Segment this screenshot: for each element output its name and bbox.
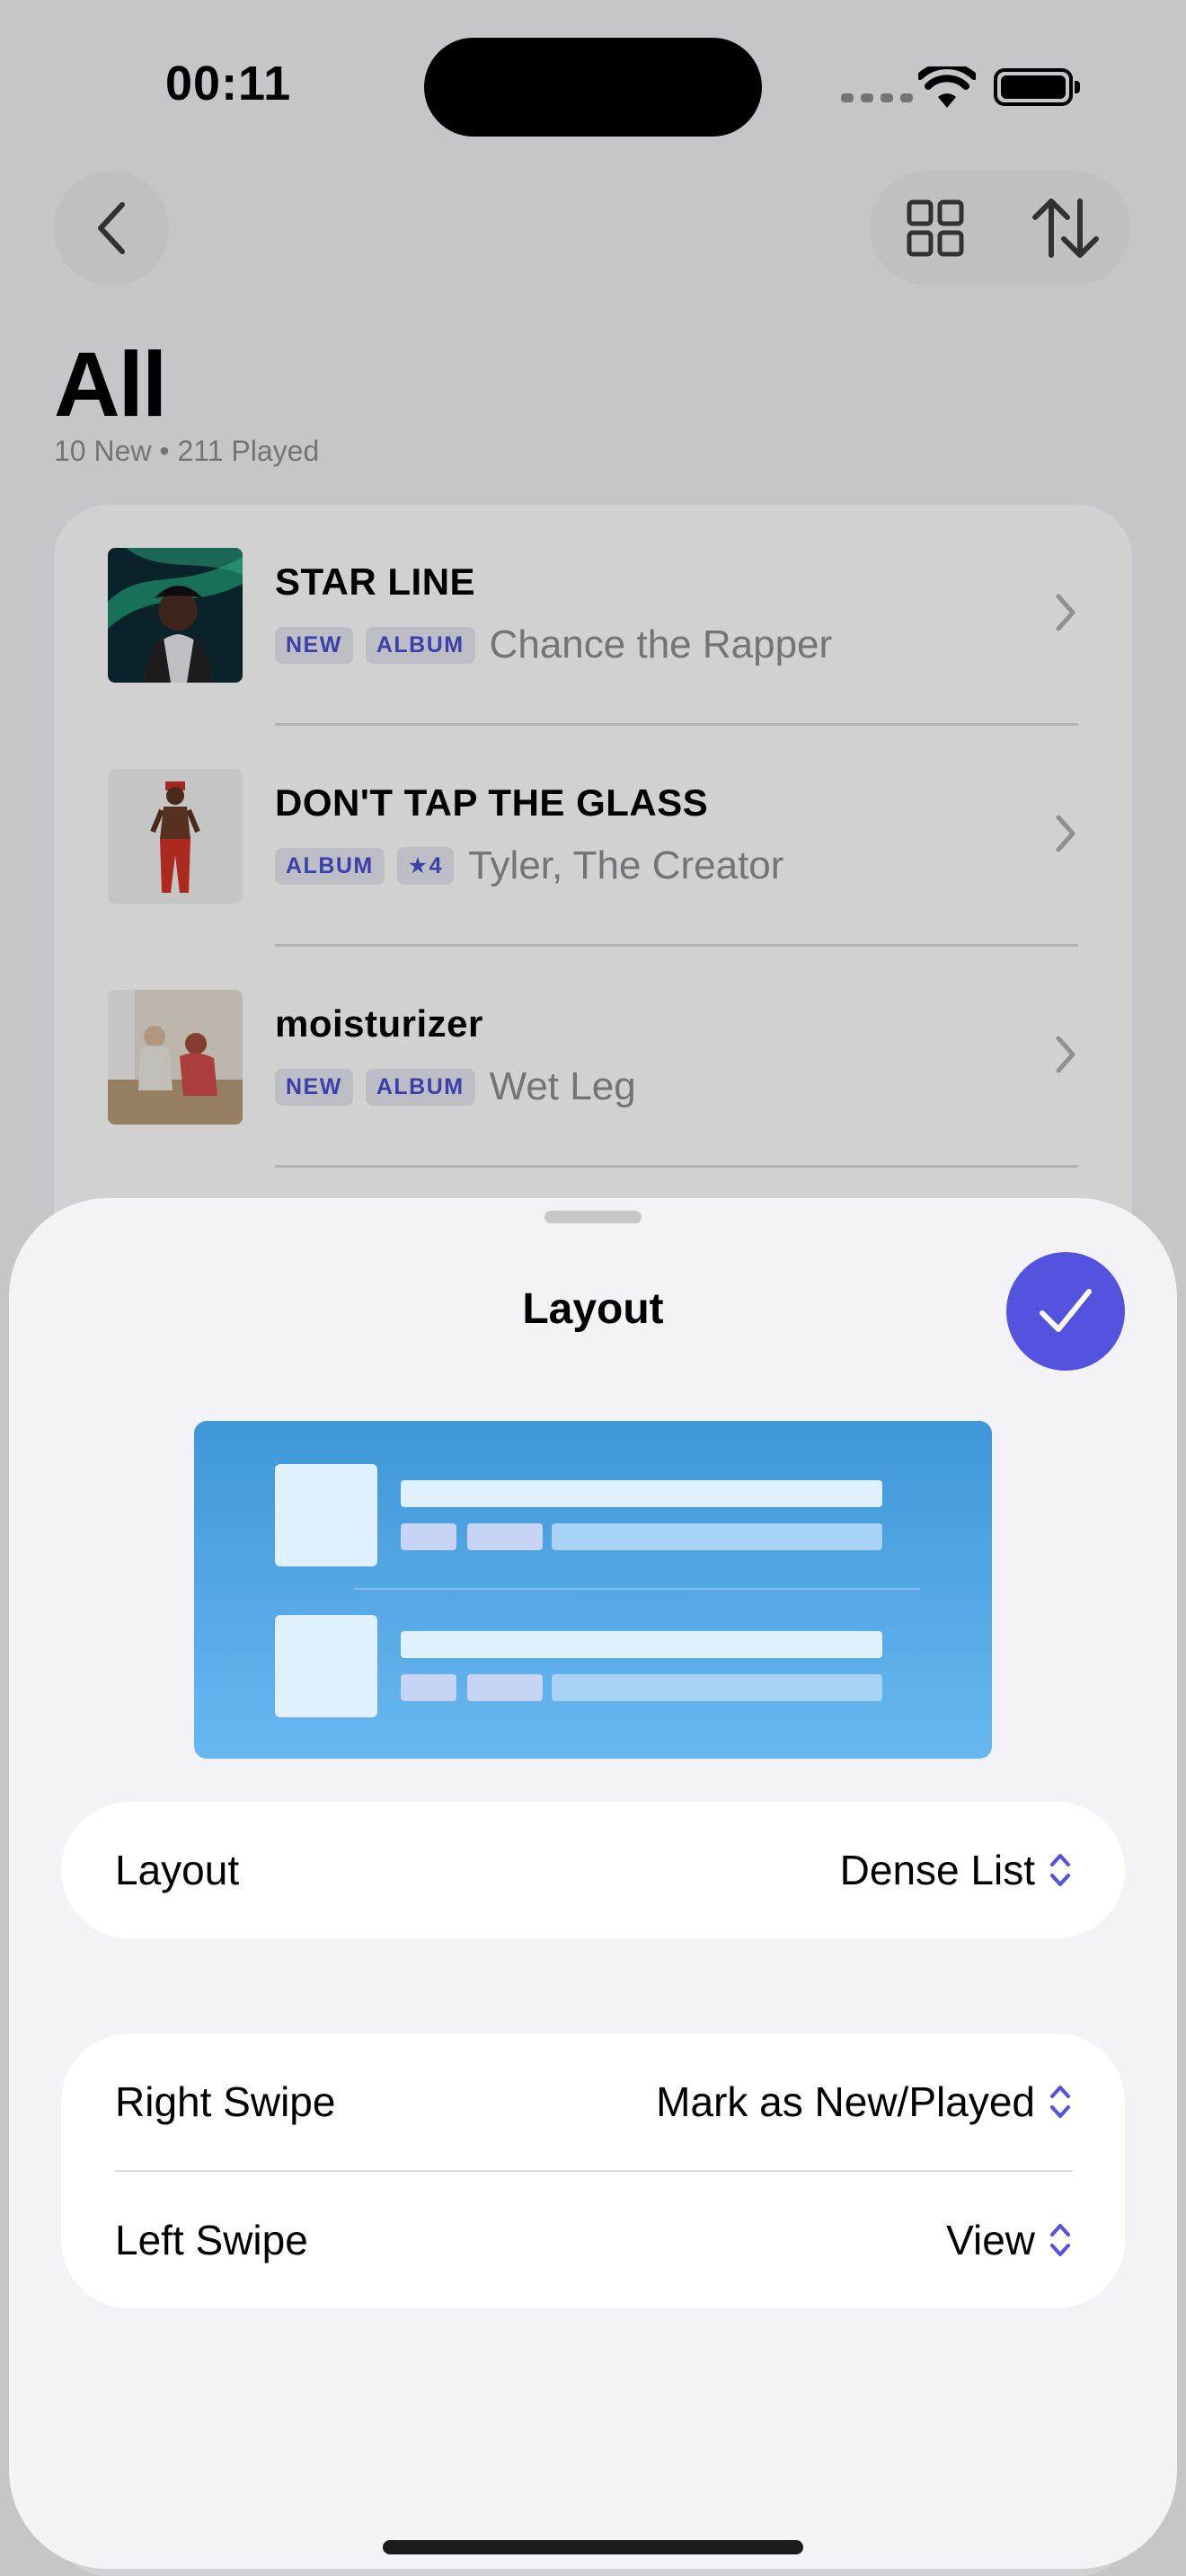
layout-preview — [194, 1421, 992, 1759]
layout-value: Dense List — [839, 1847, 1035, 1893]
chevron-up-down-icon — [1050, 1854, 1070, 1886]
right-swipe-label: Right Swipe — [115, 2078, 336, 2125]
right-swipe-value: Mark as New/Played — [656, 2078, 1035, 2125]
checkmark-icon — [1040, 1289, 1092, 1332]
layout-label: Layout — [115, 1847, 240, 1893]
left-swipe-picker[interactable]: Left Swipe View — [61, 2172, 1125, 2308]
chevron-up-down-icon — [1050, 2086, 1070, 2118]
preview-badge — [401, 1674, 456, 1701]
sheet-title: Layout — [522, 1285, 664, 1333]
preview-badge — [467, 1523, 543, 1550]
preview-subtitle-line — [552, 1674, 882, 1701]
left-swipe-label: Left Swipe — [115, 2217, 308, 2263]
swipe-settings-group: Right Swipe Mark as New/Played Left Swip… — [61, 2033, 1125, 2308]
preview-thumbnail — [275, 1464, 377, 1566]
layout-settings-group: Layout Dense List — [61, 1802, 1125, 1938]
preview-subtitle-line — [552, 1523, 882, 1550]
preview-badge — [467, 1674, 543, 1701]
layout-sheet: Layout Layout Dense List Right Swipe Mar… — [9, 1198, 1177, 2569]
preview-badge — [401, 1523, 456, 1550]
right-swipe-picker[interactable]: Right Swipe Mark as New/Played — [61, 2033, 1125, 2170]
done-button[interactable] — [1006, 1252, 1125, 1371]
layout-picker[interactable]: Layout Dense List — [61, 1802, 1125, 1938]
preview-title-line — [401, 1480, 882, 1507]
preview-divider — [354, 1588, 920, 1590]
sheet-grabber[interactable] — [544, 1211, 642, 1223]
preview-thumbnail — [275, 1615, 377, 1717]
chevron-up-down-icon — [1050, 2224, 1070, 2256]
preview-title-line — [401, 1631, 882, 1658]
home-indicator[interactable] — [383, 2540, 803, 2554]
left-swipe-value: View — [946, 2217, 1035, 2263]
